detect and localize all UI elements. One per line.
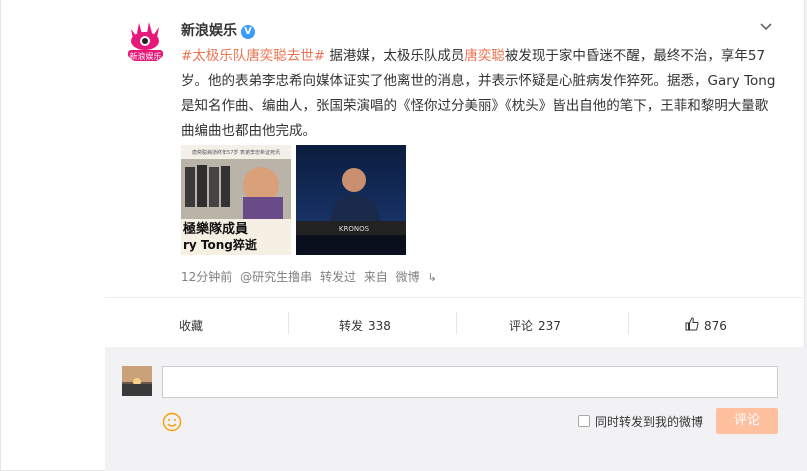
author-name-text[interactable]: 新浪娱乐 [181, 23, 237, 39]
comment-count: 237 [538, 318, 561, 333]
like-button[interactable]: 876 [685, 317, 727, 334]
repost-label: 转发 [339, 319, 364, 333]
avatar[interactable] [122, 366, 152, 396]
keyboard-brand: KRONOS [339, 225, 370, 233]
emoji-icon[interactable] [162, 412, 182, 432]
repost-count: 338 [368, 318, 391, 333]
divider [105, 297, 806, 298]
comment-button[interactable]: 评论 237 [509, 317, 561, 334]
chevron-down-icon[interactable] [758, 18, 774, 34]
person-link[interactable]: 唐奕聪 [464, 48, 505, 64]
favorite-button[interactable]: 收藏 [179, 317, 203, 334]
weibo-card: 新浪娱乐 新浪娱乐 V #太极乐队唐奕聪去世# 据港媒，太极乐队成员唐奕聪被发现于… [0, 0, 806, 471]
post-image-2[interactable]: KRONOS [296, 145, 406, 255]
divider [288, 312, 289, 334]
repost-note: 转发过 [319, 270, 356, 284]
repost-button[interactable]: 转发 338 [339, 317, 391, 334]
sync-repost-checkbox[interactable] [578, 415, 590, 427]
thumbs-up-icon [685, 317, 699, 334]
image-caption-a: 極樂隊成員 [182, 221, 248, 237]
svg-text:新浪娱乐: 新浪娱乐 [130, 51, 162, 61]
source-from: 来自 [363, 270, 388, 284]
post-meta: 12分钟前 @研究生撸串 转发过 来自 微博 ↳ [181, 268, 441, 285]
image-caption-b: ry Tong猝逝 [183, 237, 258, 252]
like-count: 876 [704, 318, 727, 333]
post-text: #太极乐队唐奕聪去世# 据港媒，太极乐队成员唐奕聪被发现于家中昏迷不醒，最终不治… [181, 44, 781, 144]
post-image-1[interactable]: 唐奕聪病逝终年57岁 表弟李忠希证死讯 極樂隊成員 ry Tong猝逝 [181, 145, 291, 255]
divider [456, 312, 457, 334]
source-app[interactable]: 微博 [396, 270, 420, 284]
topic-link[interactable]: #太极乐队唐奕聪去世# [181, 48, 325, 64]
post-text-part: 据港媒，太极乐队成员 [325, 48, 465, 64]
link-icon: ↳ [427, 271, 437, 284]
author-name[interactable]: 新浪娱乐 V [181, 20, 255, 40]
sync-repost-label: 同时转发到我的微博 [595, 415, 704, 429]
submit-comment-button[interactable]: 评论 [716, 408, 778, 434]
favorite-label: 收藏 [179, 319, 204, 333]
verified-badge-icon: V [241, 25, 255, 39]
image-caption-top: 唐奕聪病逝终年57岁 表弟李忠希证死讯 [192, 149, 280, 156]
post-time[interactable]: 12分钟前 [181, 270, 232, 284]
avatar[interactable]: 新浪娱乐 [123, 19, 168, 64]
divider [628, 312, 629, 334]
comment-input[interactable] [162, 366, 778, 398]
via-user-link[interactable]: @研究生撸串 [240, 270, 312, 284]
comment-label: 评论 [509, 319, 534, 333]
